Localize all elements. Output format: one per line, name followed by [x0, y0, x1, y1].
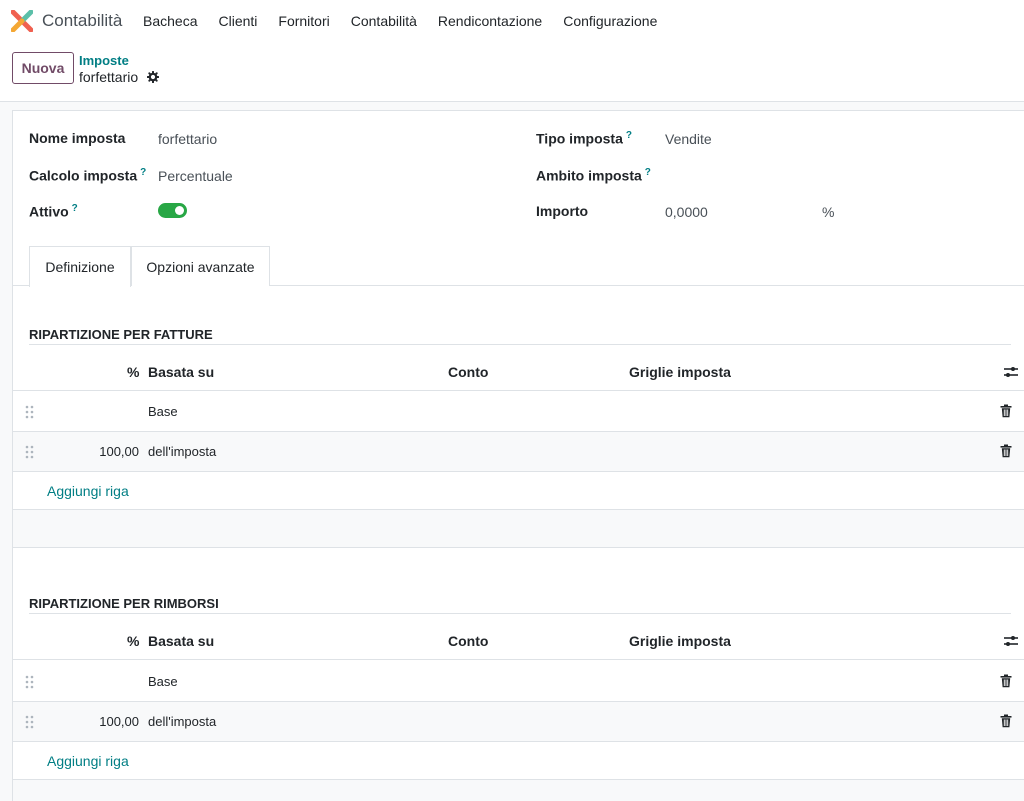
based-on-cell[interactable]: Base: [148, 674, 178, 689]
calc-label: Calcolo imposta?: [29, 167, 147, 184]
active-toggle[interactable]: [158, 203, 187, 218]
trash-icon[interactable]: [1000, 714, 1012, 728]
menu-item-rendicontazione[interactable]: Rendicontazione: [438, 13, 542, 29]
type-field[interactable]: Vendite: [665, 131, 712, 147]
drag-handle-icon[interactable]: [25, 405, 35, 419]
amount-unit: %: [822, 204, 835, 220]
refunds-table-header: % Basata su Conto Griglie imposta: [13, 622, 1024, 660]
menu-item-configurazione[interactable]: Configurazione: [563, 13, 657, 29]
col-account[interactable]: Conto: [448, 364, 488, 380]
section-divider: [29, 344, 1011, 345]
tab-opzioni-avanzate[interactable]: Opzioni avanzate: [131, 246, 270, 286]
invoices-section-title: RIPARTIZIONE PER FATTURE: [29, 327, 213, 342]
accounting-app-icon[interactable]: [11, 10, 33, 32]
control-panel: Nuova Imposte forfettario: [0, 42, 1024, 102]
section-divider: [29, 613, 1011, 614]
help-icon[interactable]: ?: [626, 130, 632, 141]
active-label: Attivo?: [29, 203, 78, 220]
gear-icon[interactable]: [147, 71, 159, 83]
trash-icon[interactable]: [1000, 674, 1012, 688]
menu-item-clienti[interactable]: Clienti: [218, 13, 257, 29]
optional-columns-icon[interactable]: [1003, 365, 1019, 379]
add-line-link[interactable]: Aggiungi riga: [47, 753, 129, 769]
table-row[interactable]: 100,00 dell'imposta: [13, 702, 1024, 742]
table-footer: [13, 510, 1024, 548]
name-field[interactable]: forfettario: [158, 131, 217, 147]
col-tax-grids[interactable]: Griglie imposta: [629, 364, 731, 380]
form-sheet: Nome imposta forfettario Calcolo imposta…: [12, 110, 1024, 801]
main-menu: Bacheca Clienti Fornitori Contabilità Re…: [143, 13, 678, 29]
help-icon[interactable]: ?: [140, 167, 146, 178]
based-on-cell[interactable]: Base: [148, 404, 178, 419]
scope-label: Ambito imposta?: [536, 167, 651, 184]
col-based-on[interactable]: Basata su: [148, 633, 214, 649]
refunds-section-title: RIPARTIZIONE PER RIMBORSI: [29, 596, 219, 611]
based-on-cell[interactable]: dell'imposta: [148, 444, 216, 459]
col-tax-grids[interactable]: Griglie imposta: [629, 633, 731, 649]
drag-handle-icon[interactable]: [25, 715, 35, 729]
col-account[interactable]: Conto: [448, 633, 488, 649]
table-row[interactable]: 100,00 dell'imposta: [13, 432, 1024, 472]
invoices-table-header: % Basata su Conto Griglie imposta: [13, 353, 1024, 391]
drag-handle-icon[interactable]: [25, 445, 35, 459]
notebook-tabs: Definizione Opzioni avanzate: [13, 246, 1024, 287]
based-on-cell[interactable]: dell'imposta: [148, 714, 216, 729]
menu-item-fornitori[interactable]: Fornitori: [278, 13, 329, 29]
name-label: Nome imposta: [29, 130, 126, 146]
trash-icon[interactable]: [1000, 444, 1012, 458]
add-line-row: Aggiungi riga: [13, 742, 1024, 780]
col-based-on[interactable]: Basata su: [148, 364, 214, 380]
percent-cell[interactable]: 100,00: [99, 444, 139, 459]
optional-columns-icon[interactable]: [1003, 634, 1019, 648]
breadcrumb-parent[interactable]: Imposte: [79, 53, 129, 68]
tab-definizione[interactable]: Definizione: [29, 246, 131, 287]
drag-handle-icon[interactable]: [25, 675, 35, 689]
table-row[interactable]: Base: [13, 662, 1024, 702]
help-icon[interactable]: ?: [645, 167, 651, 178]
table-footer: [13, 780, 1024, 801]
help-icon[interactable]: ?: [72, 203, 78, 214]
amount-label: Importo: [536, 203, 589, 219]
breadcrumb-current: forfettario: [79, 69, 139, 85]
menu-item-contabilita[interactable]: Contabilità: [351, 13, 417, 29]
add-line-row: Aggiungi riga: [13, 472, 1024, 510]
amount-field[interactable]: 0,0000: [665, 204, 708, 220]
percent-cell[interactable]: 100,00: [99, 714, 139, 729]
app-name[interactable]: Contabilità: [42, 11, 122, 31]
menu-item-bacheca[interactable]: Bacheca: [143, 13, 197, 29]
table-row[interactable]: Base: [13, 392, 1024, 432]
calc-field[interactable]: Percentuale: [158, 168, 233, 184]
col-percent[interactable]: %: [127, 364, 139, 380]
new-button[interactable]: Nuova: [12, 52, 74, 84]
col-percent[interactable]: %: [127, 633, 139, 649]
add-line-link[interactable]: Aggiungi riga: [47, 483, 129, 499]
trash-icon[interactable]: [1000, 404, 1012, 418]
top-navbar: Contabilità Bacheca Clienti Fornitori Co…: [0, 0, 1024, 42]
type-label: Tipo imposta?: [536, 130, 632, 147]
